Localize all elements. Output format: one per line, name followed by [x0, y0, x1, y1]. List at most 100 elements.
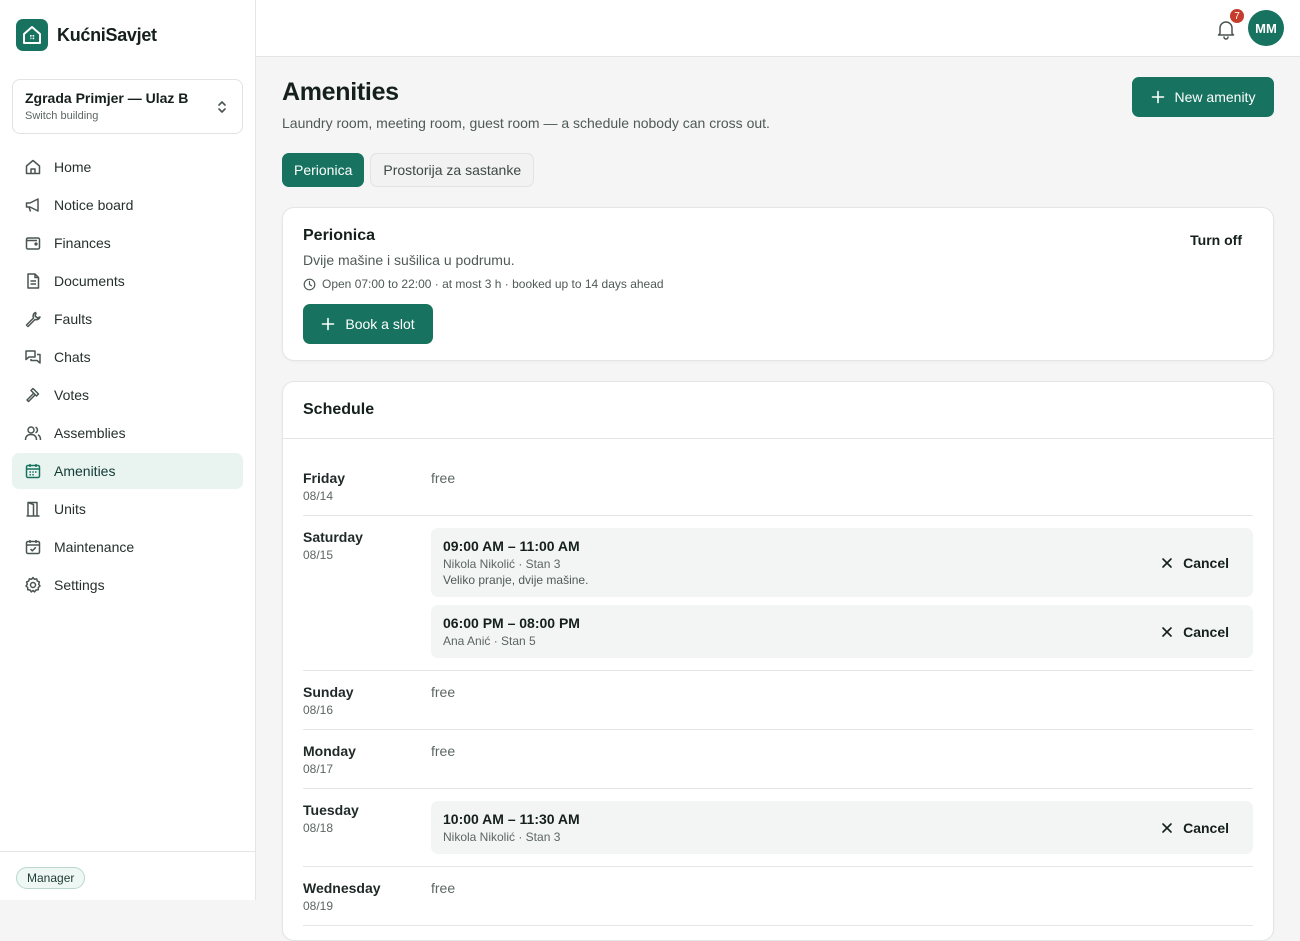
day-name: Monday	[303, 743, 356, 759]
new-amenity-button[interactable]: New amenity	[1132, 77, 1274, 117]
users-icon	[24, 424, 42, 442]
cancel-label: Cancel	[1183, 554, 1229, 571]
nav-item-settings[interactable]: Settings	[12, 567, 243, 603]
amenity-tabs: Perionica Prostorija za sastanke	[282, 153, 535, 187]
nav-item-units[interactable]: Units	[12, 491, 243, 527]
nav-label: Chats	[54, 349, 91, 365]
topbar: 7 MM	[256, 0, 1300, 57]
day-name: Saturday	[303, 529, 363, 545]
day-label: Sunday 08/16	[303, 683, 431, 717]
schedule-day-row: Monday 08/17 free	[303, 730, 1253, 789]
nav-label: Finances	[54, 235, 111, 251]
book-slot-button[interactable]: Book a slot	[303, 304, 433, 344]
cancel-booking-button[interactable]: Cancel	[1161, 555, 1229, 571]
day-date: 08/19	[303, 899, 334, 913]
sidebar: KućniSavjet Zgrada Primjer — Ulaz B Swit…	[0, 0, 256, 900]
new-amenity-label: New amenity	[1174, 89, 1256, 105]
booking-time: 09:00 AM – 11:00 AM	[443, 538, 580, 554]
clock-icon	[303, 278, 316, 291]
booking-time: 10:00 AM – 11:30 AM	[443, 811, 580, 827]
schedule-card: Schedule Friday 08/14 free Saturday 08/15 09:…	[282, 381, 1274, 941]
day-date: 08/14	[303, 489, 334, 503]
book-slot-label: Book a slot	[345, 316, 415, 332]
day-name: Tuesday	[303, 802, 359, 818]
nav-label: Assemblies	[54, 425, 126, 441]
nav-label: Notice board	[54, 197, 134, 213]
wrench-icon	[24, 310, 42, 328]
day-label: Tuesday 08/18	[303, 801, 431, 854]
sidebar-footer: Manager	[0, 851, 256, 900]
main-content: Amenities Laundry room, meeting room, gu…	[256, 57, 1300, 941]
nav-label: Documents	[54, 273, 125, 289]
day-name: Sunday	[303, 684, 354, 700]
booking-resident: Ana Anić · Stan 5	[443, 634, 536, 648]
calendar-icon	[24, 462, 42, 480]
amenity-hours: Open 07:00 to 22:00 · at most 3 h · book…	[303, 277, 664, 291]
brand[interactable]: KućniSavjet	[16, 19, 157, 51]
nav-label: Amenities	[54, 463, 116, 479]
day-label: Wednesday 08/19	[303, 879, 431, 913]
schedule-day-row: Wednesday 08/19 free	[303, 867, 1253, 926]
nav-label: Votes	[54, 387, 90, 403]
day-date: 08/15	[303, 548, 334, 562]
booking-item: 06:00 PM – 08:00 PM Ana Anić · Stan 5 Canc…	[431, 605, 1253, 658]
tab-perionica[interactable]: Perionica	[282, 153, 365, 187]
cancel-booking-button[interactable]: Cancel	[1161, 820, 1229, 836]
booking-resident: Nikola Nikolić · Stan 3	[443, 557, 561, 571]
schedule-day-row: Tuesday 08/18 10:00 AM – 11:30 AM Nikola Ni…	[303, 789, 1253, 867]
cancel-booking-button[interactable]: Cancel	[1161, 624, 1229, 640]
house-logo-icon	[16, 19, 48, 51]
day-slots: 09:00 AM – 11:00 AM Nikola Nikolić · Stan…	[431, 528, 1253, 658]
page-title: Amenities	[282, 78, 399, 106]
building-switcher[interactable]: Zgrada Primjer — Ulaz B Switch building	[12, 79, 243, 134]
nav-item-amenities[interactable]: Amenities	[12, 453, 243, 489]
nav-item-notice-board[interactable]: Notice board	[12, 187, 243, 223]
booking-resident: Nikola Nikolić · Stan 3	[443, 830, 561, 844]
close-icon	[1161, 822, 1173, 834]
day-label: Friday 08/14	[303, 469, 431, 503]
building-switch-hint: Switch building	[25, 110, 99, 122]
home-icon	[24, 158, 42, 176]
notification-count-badge: 7	[1229, 8, 1245, 24]
free-status: free	[431, 880, 456, 896]
day-slots: 10:00 AM – 11:30 AM Nikola Nikolić · Stan…	[431, 801, 1253, 854]
free-status: free	[431, 470, 456, 486]
day-date: 08/16	[303, 703, 334, 717]
plus-icon	[1151, 90, 1165, 104]
page-subtitle: Laundry room, meeting room, guest room —…	[282, 115, 770, 131]
tab-prostorija-za-sastanke[interactable]: Prostorija za sastanke	[370, 153, 535, 187]
building-name: Zgrada Primjer — Ulaz B	[25, 90, 189, 106]
nav-item-finances[interactable]: Finances	[12, 225, 243, 261]
nav-label: Home	[54, 159, 92, 175]
free-status: free	[431, 743, 456, 759]
gear-icon	[24, 576, 42, 594]
nav-item-documents[interactable]: Documents	[12, 263, 243, 299]
nav-item-assemblies[interactable]: Assemblies	[12, 415, 243, 451]
day-slots: free	[431, 879, 1253, 913]
avatar[interactable]: MM	[1248, 10, 1284, 46]
nav-item-faults[interactable]: Faults	[12, 301, 243, 337]
schedule-day-row: Saturday 08/15 09:00 AM – 11:00 AM Nikola N…	[303, 516, 1253, 671]
main-nav: Home Notice board Finances Documents Fau…	[12, 149, 243, 605]
turn-off-button[interactable]: Turn off	[1190, 232, 1242, 248]
brand-name: KućniSavjet	[57, 24, 157, 45]
booking-item: 10:00 AM – 11:30 AM Nikola Nikolić · Stan…	[431, 801, 1253, 854]
nav-item-votes[interactable]: Votes	[12, 377, 243, 413]
nav-label: Maintenance	[54, 539, 135, 555]
amenity-title: Perionica	[303, 227, 376, 244]
day-slots: free	[431, 742, 1253, 776]
schedule-day-row: Sunday 08/16 free	[303, 671, 1253, 730]
amenity-card: Perionica Dvije mašine i sušilica u podr…	[282, 207, 1274, 361]
day-slots: free	[431, 469, 1253, 503]
amenity-description: Dvije mašine i sušilica u podrumu.	[303, 252, 515, 268]
schedule-list: Friday 08/14 free Saturday 08/15 09:00 AM – 1…	[283, 439, 1273, 926]
close-icon	[1161, 626, 1173, 638]
nav-item-chats[interactable]: Chats	[12, 339, 243, 375]
wallet-icon	[24, 234, 42, 252]
day-name: Friday	[303, 470, 346, 486]
nav-item-maintenance[interactable]: Maintenance	[12, 529, 243, 565]
booking-note: Veliko pranje, dvije mašine.	[443, 573, 589, 587]
nav-item-home[interactable]: Home	[12, 149, 243, 185]
booking-item: 09:00 AM – 11:00 AM Nikola Nikolić · Stan…	[431, 528, 1253, 597]
free-status: free	[431, 684, 456, 700]
